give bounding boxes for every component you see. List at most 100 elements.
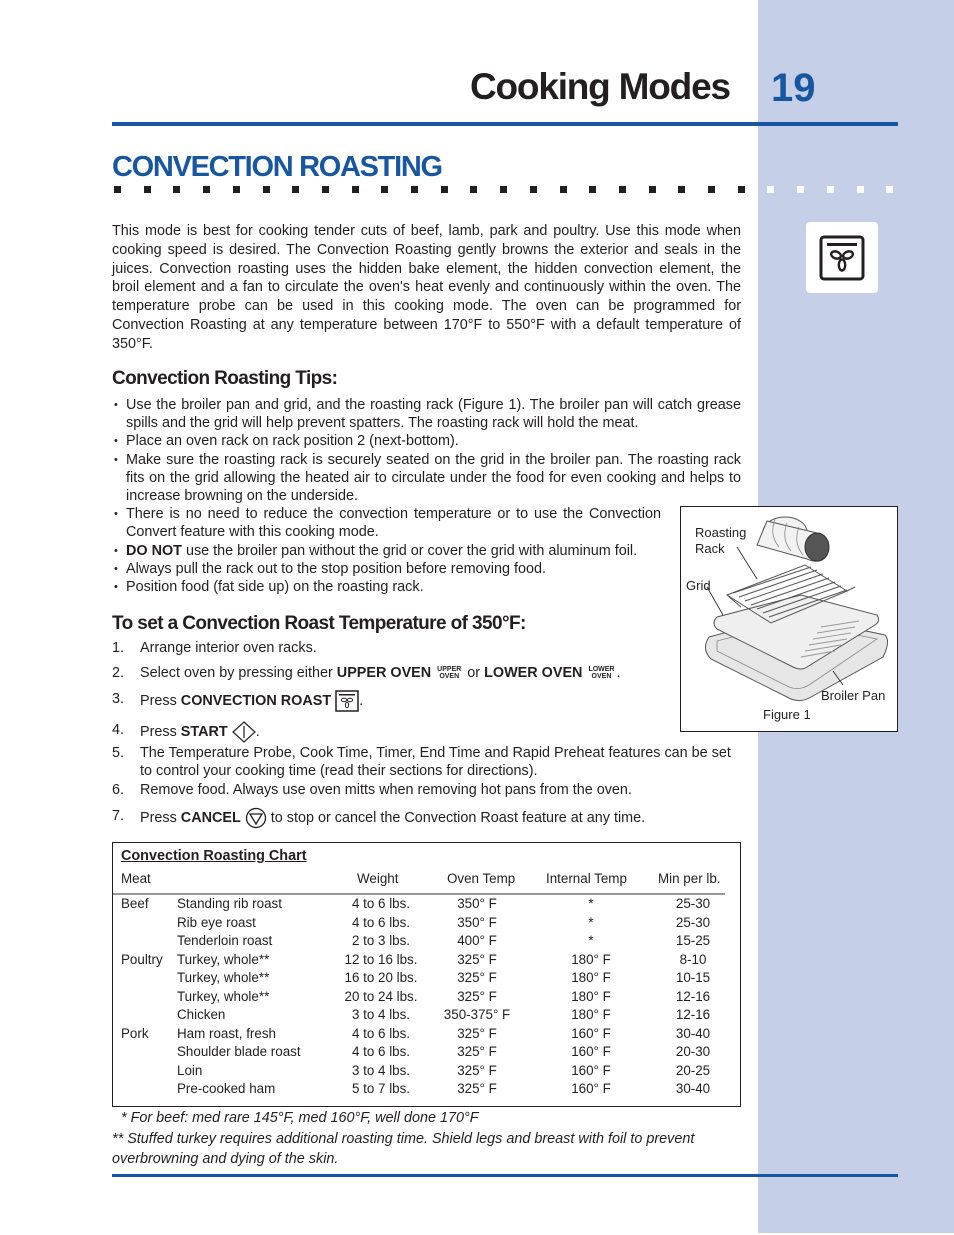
divider-dot [618,186,626,193]
dotted-divider [114,186,904,194]
table-cell: 350° F [457,896,497,911]
table-cell: 25-30 [675,896,711,911]
divider-dot [262,186,270,193]
table-cell: Pork [121,1025,149,1041]
start-key-label: START [180,723,228,740]
tip-item: Position food (fat side up) on the roast… [112,578,661,596]
table-cell: 325° F [457,1062,497,1078]
table-cell: 350-375° F [443,1007,511,1022]
divider-dot [292,186,300,193]
table-cell: 20-30 [675,1044,711,1059]
divider-dot [797,186,805,193]
lower-oven-key-icon: LOWER OVEN [588,665,615,681]
divider-dot [559,186,567,193]
divider-dot [321,186,329,193]
upper-oven-key-label: UPPER OVEN [336,665,432,681]
table-cell: Loin [177,1062,203,1078]
cancel-triangle-icon [245,807,266,829]
step-item: 4. Press START . [112,721,741,743]
convection-roast-key-label: CONVECTION ROAST [180,692,332,709]
table-cell: 30-40 [675,1025,711,1041]
table-cell: 325° F [457,1081,497,1096]
divider-dot [529,186,537,193]
divider-dot [589,186,597,193]
intro-paragraph: This mode is best for cooking tender cut… [112,223,741,352]
column-header-meat: Meat [121,871,151,886]
table-cell: Chicken [177,1007,226,1022]
table-cell: 325° F [457,1044,497,1059]
column-header-min-per-lb: Min per lb. [658,871,721,886]
table-cell: 325° F [457,970,497,985]
divider-dot [203,186,211,193]
steps-heading: To set a Convection Roast Temperature of… [112,613,526,634]
table-cell: Standing rib roast [177,896,282,911]
label-grid: Grid [686,578,711,593]
table-cell: 10-15 [675,970,711,985]
column-header-internal-temp: Internal Temp [546,871,627,886]
divider-dot [856,186,864,193]
step-item: 6. Remove food. Always use oven mitts whe… [112,782,632,798]
tip-item: Use the broiler pan and grid, and the ro… [112,396,741,432]
table-cell: Turkey, whole** [177,970,270,985]
divider-dot [114,186,121,193]
footer-rule [112,1174,898,1177]
start-diamond-icon [231,721,256,743]
table-cell: 8-10 [679,951,707,967]
column-header-weight: Weight [357,871,399,886]
tips-heading: Convection Roasting Tips: [112,368,338,389]
tip-item: DO NOT use the broiler pan without the g… [112,542,661,560]
divider-dot [351,186,359,193]
divider-dot [678,186,686,193]
table-cell: Poultry [121,951,163,967]
step-item: 5. The Temperature Probe, Cook Time, Time… [112,745,731,780]
section-title: CONVECTION ROASTING [112,151,443,183]
lower-oven-key-label: LOWER OVEN [484,665,583,681]
table-cell: Shoulder blade roast [177,1044,301,1059]
divider-dot [826,186,834,193]
convection-roast-fan-icon [819,235,865,281]
divider-dot [708,186,715,193]
step-item: 3. Press CONVECTION ROAST . [112,690,741,712]
footnote-beef: * For beef: med rare 145°F, med 160°F, w… [121,1110,479,1126]
step-item: 7. Press CANCEL to stop or cancel the Co… [112,807,741,829]
table-cell: 12-16 [675,1007,711,1022]
divider-dot [767,186,775,193]
divider-dot [173,186,181,193]
convection-roast-mode-card [806,222,878,293]
label-broiler-pan: Broiler Pan [821,688,886,703]
divider-dot [737,186,745,193]
step-item: 2. Select oven by pressing either UPPER … [112,665,621,681]
column-header-oven-temp: Oven Temp [447,871,516,886]
figure-caption: Figure 1 [763,707,811,722]
convection-roasting-chart: Convection Roasting Chart Meat Weight Ov… [112,842,741,1107]
table-cell: Ham roast, fresh [177,1025,276,1041]
upper-oven-key-icon: UPPER OVEN [437,665,462,681]
table-cell: 350° F [457,914,497,930]
table-cell: Rib eye roast [177,914,256,930]
tip-item: Always pull the rack out to the stop pos… [112,560,661,578]
divider-dot [886,186,894,193]
tips-list: Use the broiler pan and grid, and the ro… [112,396,741,596]
divider-dot [381,186,389,193]
divider-dot [500,186,508,193]
header-divider [113,893,725,895]
table-cell: 25-30 [675,914,711,930]
table-cell: 325° F [457,988,497,1004]
cancel-key-label: CANCEL [180,809,241,826]
divider-dot [440,186,448,193]
table-cell: 20-25 [675,1062,711,1078]
table-cell: 15-25 [675,933,711,948]
table-cell: Pre-cooked ham [177,1081,276,1096]
chapter-title: Cooking Modes [470,66,731,107]
divider-dot [648,186,656,193]
tip-item: Make sure the roasting rack is securely … [112,451,741,506]
page-number: 19 [771,66,816,110]
tip-item: There is no need to reduce the convectio… [112,505,661,541]
table-cell: 325° F [457,951,497,967]
divider-dot [143,186,151,193]
convection-roast-key-icon [335,690,359,712]
table-cell: 400° F [457,933,497,948]
divider-dot [232,186,240,193]
table-cell: 325° F [457,1025,497,1041]
footnote-turkey: ** Stuffed turkey requires additional ro… [112,1131,695,1167]
